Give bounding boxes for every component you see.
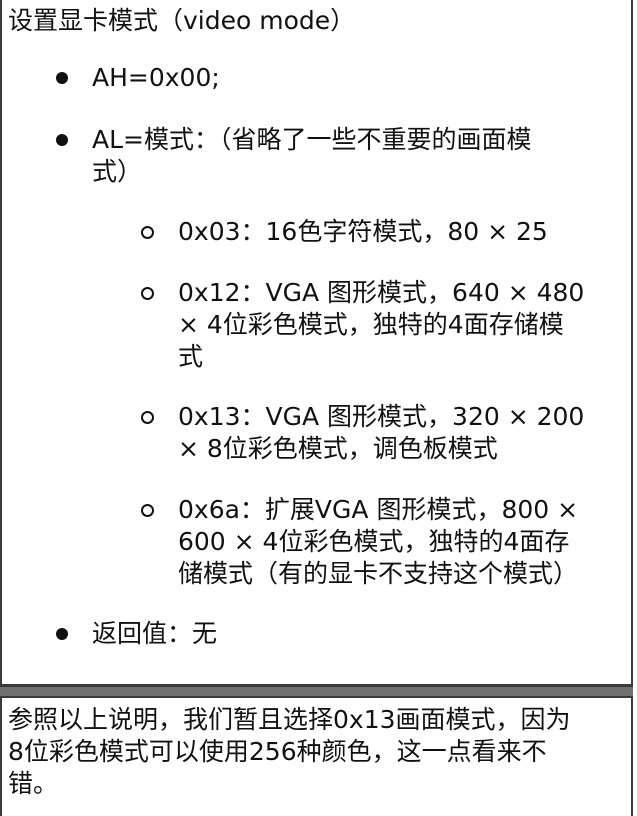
section-divider [0,686,633,698]
bullet-circle-icon [141,226,154,239]
param-al-text-line2: 式） [92,157,143,186]
mode-0x6a-text-line3: 储模式（有的显卡不支持这个模式） [178,559,579,588]
explanation-card: 参照以上说明，我们暂且选择0x13画面模式，因为 8位彩色模式可以使用256种颜… [0,698,633,816]
mode-0x13-text-line1: 0x13：VGA 图形模式，320 × 200 [178,402,585,431]
mode-description-card: 设置显卡模式（video mode） AH=0x00; AL=模式：（省略了一些… [0,0,633,686]
bullet-dot-icon [56,134,68,146]
explanation-line: 8位彩色模式可以使用256种颜色，这一点看来不 [8,737,547,766]
explanation-line: 错。 [8,769,59,798]
bullet-circle-icon [141,504,154,517]
mode-0x13-text-line2: × 8位彩色模式，调色板模式 [178,434,498,463]
explanation-paragraph: 参照以上说明，我们暂且选择0x13画面模式，因为 8位彩色模式可以使用256种颜… [8,704,571,800]
explanation-line: 参照以上说明，我们暂且选择0x13画面模式，因为 [8,705,571,734]
bullet-dot-icon [56,72,68,84]
mode-0x6a-text-line2: 600 × 4位彩色模式，独特的4面存 [178,527,570,556]
mode-0x12-text-line2: × 4位彩色模式，独特的4面存储模 [178,310,564,339]
param-al-text-line1: AL=模式：（省略了一些不重要的画面模 [92,125,532,154]
section-heading: 设置显卡模式（video mode） [8,6,356,35]
bullet-circle-icon [141,287,154,300]
bullet-dot-icon [56,628,68,640]
return-value-text: 返回值：无 [92,619,218,648]
mode-0x12-text-line1: 0x12：VGA 图形模式，640 × 480 [178,278,585,307]
mode-0x12-text-line3: 式 [178,342,204,371]
bullet-circle-icon [141,411,154,424]
mode-0x6a-text-line1: 0x6a：扩展VGA 图形模式，800 × [178,495,579,524]
param-ah-text: AH=0x00; [92,63,220,92]
mode-0x03-text: 0x03：16色字符模式，80 × 25 [178,217,548,246]
